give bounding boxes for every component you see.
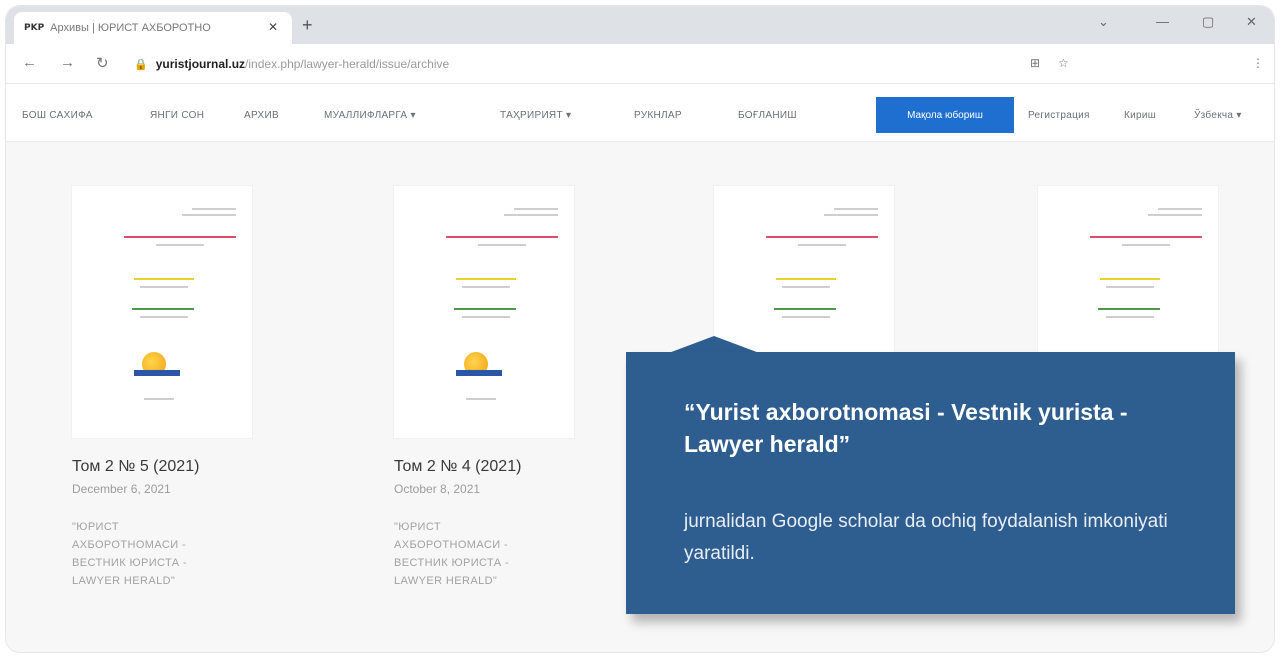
browser-toolbar: ← → ↻ 🔒 yuristjournal.uz /index.php/lawy… <box>6 44 1274 84</box>
tab-title: Архивы | ЮРИСТ АХБОРОТНО <box>50 22 211 34</box>
reload-icon[interactable]: ↻ <box>96 54 109 72</box>
nav-sections[interactable]: РУКНЛАР <box>634 110 682 121</box>
url-host: yuristjournal.uz <box>155 57 246 71</box>
lock-icon: 🔒 <box>134 58 148 71</box>
tab-search-icon[interactable]: ⌄ <box>1098 14 1109 30</box>
new-tab-button[interactable]: + <box>302 15 313 36</box>
issue-cover[interactable] <box>72 186 252 438</box>
issue-title[interactable]: Том 2 № 5 (2021) <box>72 458 199 476</box>
pkp-favicon-icon: PKP <box>24 23 45 33</box>
maximize-icon[interactable]: ▢ <box>1202 14 1214 30</box>
close-tab-icon[interactable]: ✕ <box>268 20 278 34</box>
tab-strip: PKP Архивы | ЮРИСТ АХБОРОТНО ✕ + ⌄ — ▢ ✕ <box>6 6 1274 44</box>
issue-card[interactable]: Том 2 № 4 (2021) October 8, 2021 "ЮРИСТ … <box>394 186 574 652</box>
nav-authors[interactable]: МУАЛЛИФЛАРГА ▾ <box>324 110 416 121</box>
close-window-icon[interactable]: ✕ <box>1246 14 1257 30</box>
translate-icon[interactable]: ⊞ <box>1030 56 1040 70</box>
callout-heading: “Yurist axborotnomasi - Vestnik yurista … <box>684 399 1128 457</box>
forward-icon[interactable]: → <box>60 54 75 71</box>
issue-date: October 8, 2021 <box>394 482 481 496</box>
address-bar[interactable]: 🔒 yuristjournal.uz /index.php/lawyer-her… <box>134 50 1084 78</box>
bookmark-star-icon[interactable]: ☆ <box>1058 56 1069 70</box>
nav-new-issue[interactable]: ЯНГИ СОН <box>150 110 204 121</box>
url-path: /index.php/lawyer-herald/issue/archive <box>245 57 450 71</box>
login-link[interactable]: Кириш <box>1124 110 1156 121</box>
submit-article-button[interactable]: Мақола юбориш <box>876 97 1014 133</box>
announcement-callout: “Yurist axborotnomasi - Vestnik yurista … <box>626 352 1235 614</box>
minimize-icon[interactable]: — <box>1156 14 1169 29</box>
issue-date: December 6, 2021 <box>72 482 171 496</box>
register-link[interactable]: Регистрация <box>1028 110 1090 121</box>
menu-dots-icon[interactable]: ⋮ <box>1252 56 1264 70</box>
issue-title[interactable]: Том 2 № 4 (2021) <box>394 458 521 476</box>
nav-editorial[interactable]: ТАҲРИРИЯТ ▾ <box>500 110 571 121</box>
language-select[interactable]: Ўзбекча ▾ <box>1194 110 1242 121</box>
issue-description: "ЮРИСТ АХБОРОТНОМАСИ - ВЕСТНИК ЮРИСТА - … <box>72 521 188 587</box>
issue-description: "ЮРИСТ АХБОРОТНОМАСИ - ВЕСТНИК ЮРИСТА - … <box>394 521 510 587</box>
back-icon[interactable]: ← <box>22 54 37 71</box>
callout-body: jurnalidan Google scholar da ochiq foyda… <box>684 511 1168 564</box>
site-navigation: БОШ САХИФА ЯНГИ СОН АРХИВ МУАЛЛИФЛАРГА ▾… <box>6 92 1274 142</box>
nav-archive[interactable]: АРХИВ <box>244 110 279 121</box>
nav-home[interactable]: БОШ САХИФА <box>22 110 93 121</box>
issue-card[interactable]: Том 2 № 5 (2021) December 6, 2021 "ЮРИСТ… <box>72 186 252 652</box>
browser-tab[interactable]: PKP Архивы | ЮРИСТ АХБОРОТНО ✕ <box>14 12 292 44</box>
issue-cover[interactable] <box>394 186 574 438</box>
nav-contact[interactable]: БОҒЛАНИШ <box>738 110 797 121</box>
browser-window: PKP Архивы | ЮРИСТ АХБОРОТНО ✕ + ⌄ — ▢ ✕… <box>6 6 1274 652</box>
